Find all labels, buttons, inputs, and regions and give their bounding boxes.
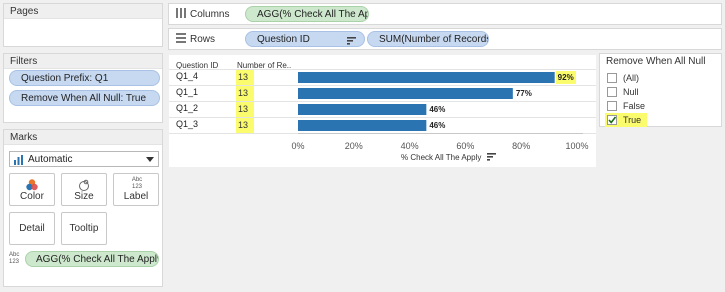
row-label-question-id: Q1_1 — [176, 87, 199, 97]
filters-card: Filters Question Prefix: Q1 Remove When … — [3, 53, 163, 123]
rows-pill-question-id[interactable]: Question ID — [245, 31, 365, 47]
detail-button[interactable]: Detail — [9, 212, 55, 245]
pages-card: Pages — [3, 3, 163, 47]
color-icon — [10, 178, 54, 192]
tooltip-button[interactable]: Tooltip — [61, 212, 107, 245]
columns-label: Columns — [190, 8, 230, 20]
viz-pane: Question ID Number of Re.. % Check All T… — [169, 55, 596, 167]
sort-icon[interactable] — [486, 153, 496, 163]
remove-filter-title: Remove When All Null — [600, 54, 721, 69]
checkbox-icon[interactable] — [607, 73, 617, 83]
filter-option-null[interactable]: Null — [607, 85, 639, 99]
size-label: Size — [74, 191, 94, 202]
columns-shelf: Columns AGG(% Check All The Ap.. — [168, 3, 722, 25]
filter-option-false[interactable]: False — [607, 99, 645, 113]
bar-mark[interactable] — [298, 104, 427, 115]
checkbox-icon[interactable] — [607, 87, 617, 97]
pages-title: Pages — [4, 4, 162, 19]
rows-shelf: Rows Question ID SUM(Number of Records) — [168, 28, 722, 50]
checkbox-checked-icon[interactable] — [607, 115, 617, 125]
filter-option-all[interactable]: (All) — [607, 71, 639, 85]
columns-icon — [176, 7, 186, 21]
x-axis-title-text: % Check All The Apply — [401, 153, 482, 163]
filter-option-label: (All) — [623, 73, 639, 83]
row-record-count: 13 — [236, 86, 254, 101]
x-tick-label: 60% — [456, 141, 475, 151]
checkbox-icon[interactable] — [607, 101, 617, 111]
label-button[interactable]: Abc 123 Label — [113, 173, 159, 206]
bar-chart — [169, 69, 596, 134]
mark-type-label: Automatic — [28, 154, 73, 165]
x-tick-label: 20% — [344, 141, 363, 151]
label-label: Label — [123, 191, 149, 202]
row-record-count: 13 — [236, 118, 254, 133]
bar-value-label: 46% — [429, 105, 446, 114]
bar-value-label: 46% — [429, 121, 446, 130]
bar-value-label: 77% — [515, 89, 532, 98]
remove-when-all-null-card: Remove When All Null (All) Null False True — [599, 53, 722, 127]
filters-title: Filters — [4, 54, 162, 69]
filter-option-label: False — [623, 101, 646, 111]
marks-title: Marks — [4, 130, 162, 145]
marks-card: Marks Automatic Color Size Abc 123 Label… — [3, 129, 163, 287]
rows-icon — [176, 32, 186, 46]
x-tick-label: 80% — [512, 141, 531, 151]
detail-label: Detail — [19, 223, 45, 234]
bar-chart-icon — [14, 155, 24, 165]
rows-label: Rows — [190, 33, 216, 45]
bar-mark[interactable] — [298, 120, 427, 131]
row-label-question-id: Q1_2 — [176, 103, 199, 113]
color-button[interactable]: Color — [9, 173, 55, 206]
rows-pill-number-of-records[interactable]: SUM(Number of Records) — [367, 31, 489, 47]
x-tick-label: 0% — [291, 141, 305, 151]
row-record-count: 13 — [236, 70, 254, 85]
x-tick-label: 40% — [400, 141, 419, 151]
text-field-icon: Abc 123 — [9, 252, 20, 265]
filter-option-true[interactable]: True — [605, 113, 648, 127]
color-label: Color — [20, 191, 44, 202]
label-icon: Abc 123 — [131, 177, 143, 190]
size-icon — [62, 178, 106, 192]
x-axis-title: % Check All The Apply — [401, 153, 496, 163]
x-tick-label: 100% — [565, 141, 589, 151]
mark-type-dropdown[interactable]: Automatic — [9, 151, 159, 167]
tooltip-label: Tooltip — [69, 223, 99, 234]
size-button[interactable]: Size — [61, 173, 107, 206]
row-label-question-id: Q1_4 — [176, 71, 199, 81]
row-record-count: 13 — [236, 102, 254, 117]
filter-remove-when-all-null-pill[interactable]: Remove When All Null: True — [9, 90, 160, 106]
bar-mark[interactable] — [298, 72, 555, 83]
rows-pill-question-id-label: Question ID — [257, 34, 310, 45]
bar-value-label: 92% — [555, 71, 576, 84]
chevron-down-icon — [146, 155, 154, 166]
filter-option-label: True — [623, 115, 642, 125]
filter-question-prefix-pill[interactable]: Question Prefix: Q1 — [9, 70, 160, 86]
filter-option-label: Null — [623, 87, 639, 97]
marks-field-pill[interactable]: AGG(% Check All The Apply) — [25, 251, 159, 267]
sort-descending-icon — [347, 35, 356, 46]
columns-pill[interactable]: AGG(% Check All The Ap.. — [245, 6, 369, 22]
bar-mark[interactable] — [298, 88, 513, 99]
row-label-question-id: Q1_3 — [176, 119, 199, 129]
